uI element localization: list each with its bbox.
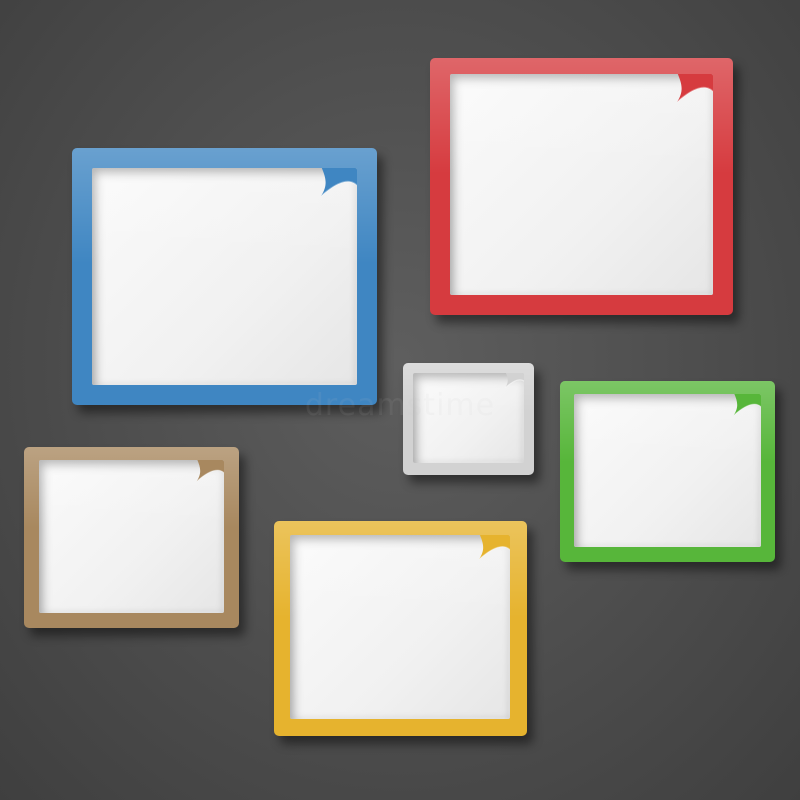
frames-canvas: { "watermark": "dreamstime", "frames": [… (0, 0, 800, 800)
page-curl-icon (320, 168, 357, 197)
page-curl-icon (478, 535, 510, 560)
page-curl-icon (196, 460, 224, 482)
page-curl-icon (676, 74, 713, 103)
yellow-frame (274, 521, 527, 736)
yellow-frame-paper (290, 535, 510, 719)
gray-frame-paper (413, 373, 524, 463)
red-frame-paper (450, 74, 713, 295)
page-curl-icon (504, 373, 524, 389)
gray-frame (403, 363, 534, 475)
green-frame (560, 381, 775, 562)
tan-frame-paper (39, 460, 224, 613)
blue-frame (72, 148, 377, 405)
blue-frame-paper (92, 168, 357, 385)
page-curl-icon (733, 394, 761, 416)
tan-frame (24, 447, 239, 628)
red-frame (430, 58, 733, 315)
green-frame-paper (574, 394, 761, 547)
